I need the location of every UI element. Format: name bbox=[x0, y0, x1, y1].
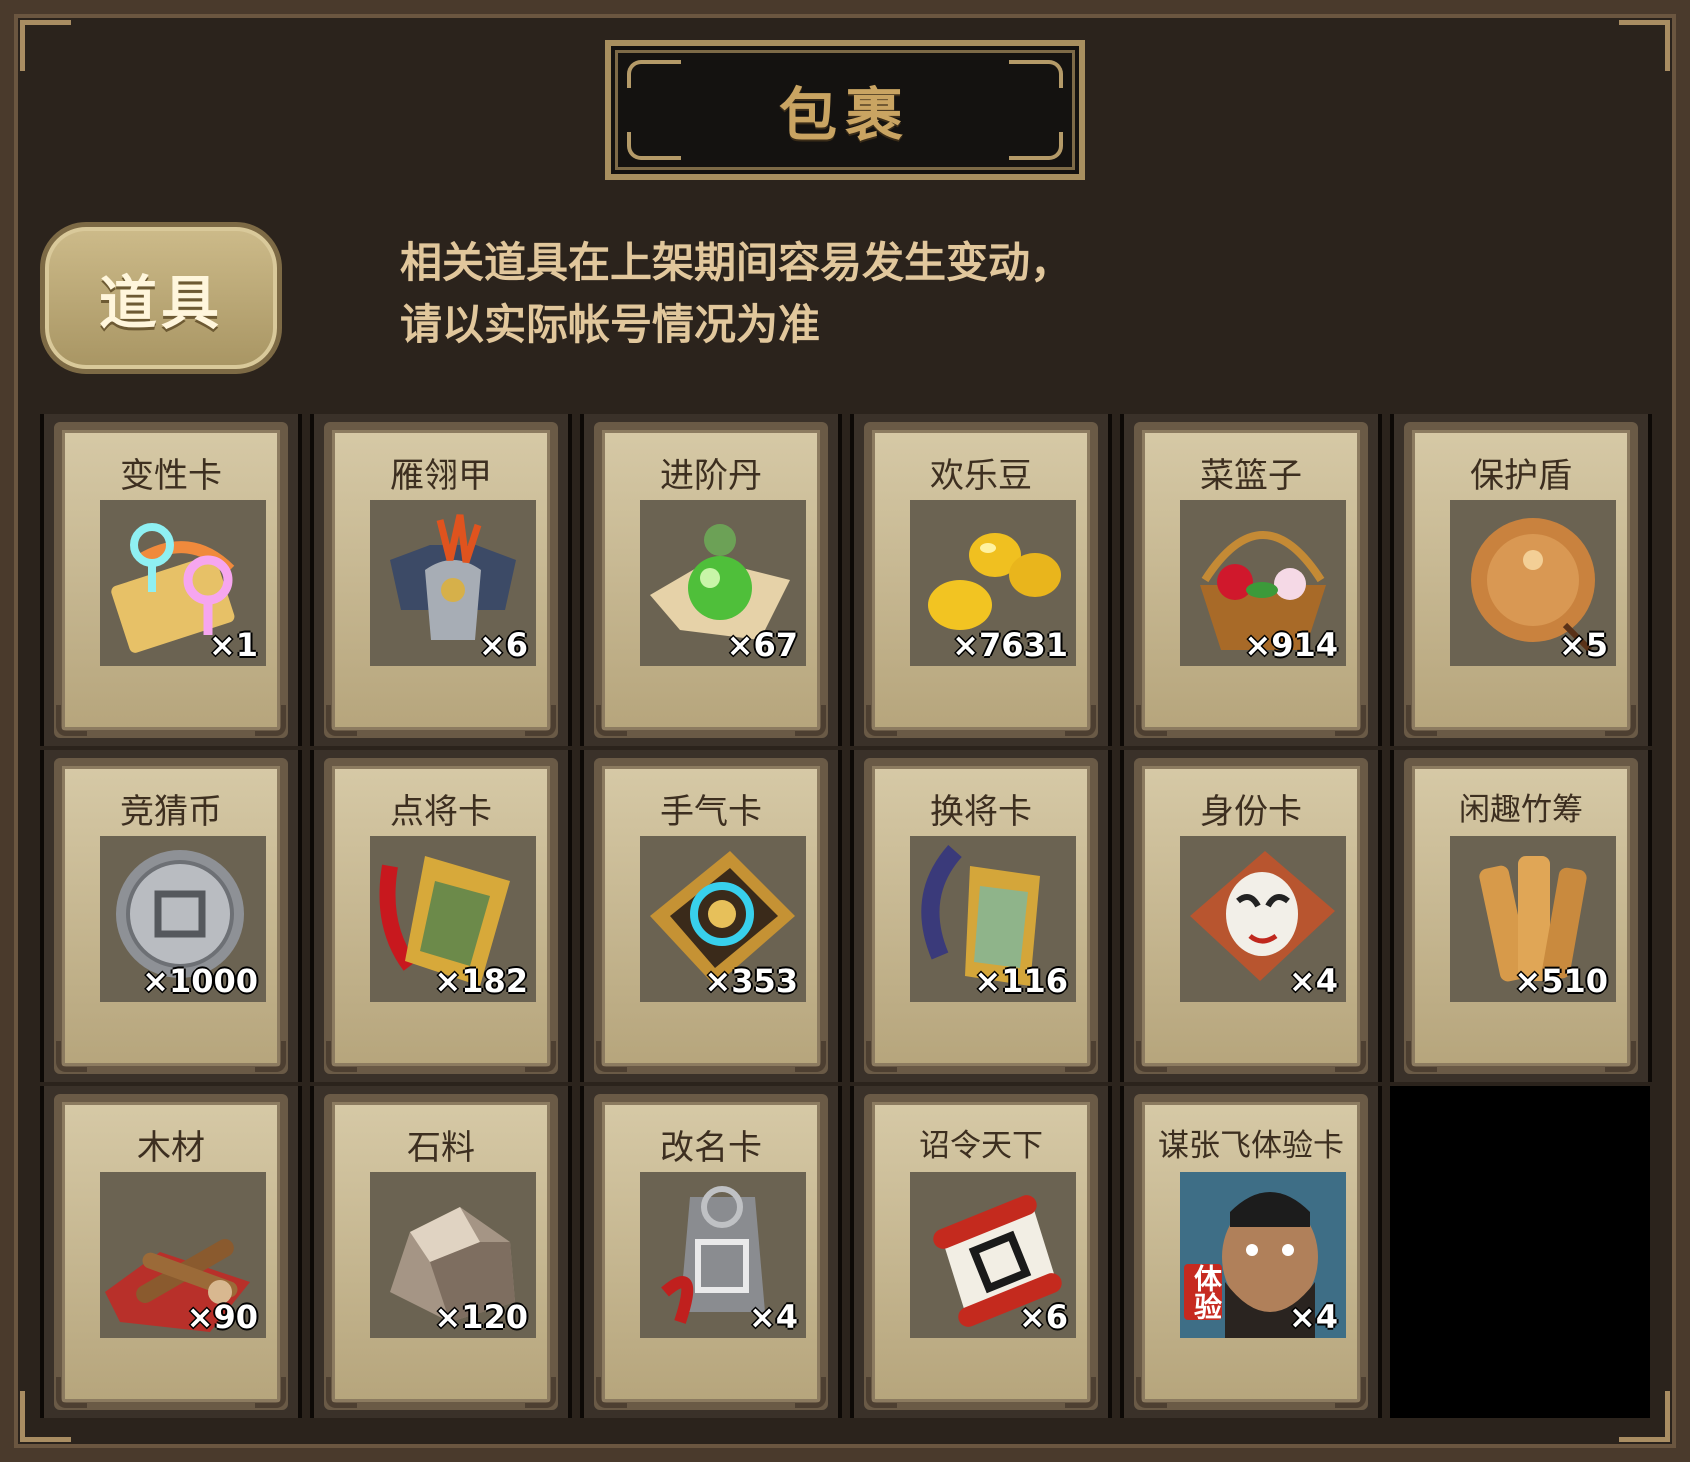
item-count: ×510 bbox=[1514, 962, 1608, 1000]
item-name: 木材 bbox=[137, 1128, 205, 1168]
page-title: 包裹 bbox=[778, 81, 911, 149]
frame-corner-ornament bbox=[1619, 20, 1670, 71]
item-card[interactable]: 欢乐豆 ×7631 bbox=[850, 414, 1112, 746]
frame-corner-ornament bbox=[20, 20, 71, 71]
item-icon-box: ×1 bbox=[100, 500, 266, 666]
item-icon-box: 体验 ×4 bbox=[1180, 1172, 1346, 1338]
item-name: 换将卡 bbox=[930, 792, 1032, 832]
title-ornament bbox=[1009, 60, 1063, 88]
item-card[interactable]: 石料 ×120 bbox=[310, 1086, 572, 1418]
item-icon-box: ×5 bbox=[1450, 500, 1616, 666]
item-card[interactable]: 木材 ×90 bbox=[40, 1086, 302, 1418]
item-icon-box: ×914 bbox=[1180, 500, 1346, 666]
item-count: ×5 bbox=[1558, 626, 1608, 664]
item-count: ×4 bbox=[1288, 1298, 1338, 1336]
item-name: 变性卡 bbox=[120, 456, 222, 496]
item-count: ×90 bbox=[186, 1298, 258, 1336]
tab-items-label: 道具 bbox=[98, 269, 223, 337]
item-card[interactable]: 进阶丹 ×67 bbox=[580, 414, 842, 746]
item-card[interactable]: 变性卡 ×1 bbox=[40, 414, 302, 746]
item-card[interactable]: 点将卡 ×182 bbox=[310, 750, 572, 1082]
item-card[interactable]: 手气卡 ×353 bbox=[580, 750, 842, 1082]
item-count: ×67 bbox=[726, 626, 798, 664]
item-icon-box: ×7631 bbox=[910, 500, 1076, 666]
item-icon-box: ×182 bbox=[370, 836, 536, 1002]
title-ornament bbox=[627, 60, 681, 88]
item-card[interactable]: 闲趣竹筹 ×510 bbox=[1390, 750, 1652, 1082]
item-card[interactable]: 改名卡 ×4 bbox=[580, 1086, 842, 1418]
item-name: 石料 bbox=[407, 1128, 475, 1168]
item-icon-box: ×510 bbox=[1450, 836, 1616, 1002]
item-grid: 变性卡 ×1 雁翎甲 ×6 进阶丹 ×67 欢乐豆 ×7631 菜篮子 ×914… bbox=[40, 414, 1652, 1418]
notice-text: 相关道具在上架期间容易发生变动， 请以实际帐号情况为准 bbox=[400, 232, 1200, 356]
item-card[interactable]: 诏令天下 ×6 bbox=[850, 1086, 1112, 1418]
item-name: 闲趣竹筹 bbox=[1459, 792, 1583, 828]
item-count: ×1 bbox=[208, 626, 258, 664]
item-card[interactable]: 谋张飞体验卡 体验 ×4 bbox=[1120, 1086, 1382, 1418]
item-count: ×1000 bbox=[142, 962, 258, 1000]
item-count: ×120 bbox=[434, 1298, 528, 1336]
title-ornament bbox=[627, 132, 681, 160]
item-name: 身份卡 bbox=[1200, 792, 1302, 832]
item-name: 谋张飞体验卡 bbox=[1158, 1128, 1344, 1164]
item-card[interactable]: 菜篮子 ×914 bbox=[1120, 414, 1382, 746]
notice-line-1: 相关道具在上架期间容易发生变动， bbox=[400, 238, 1073, 287]
trial-badge: 体验 bbox=[1184, 1264, 1223, 1320]
item-name: 点将卡 bbox=[390, 792, 492, 832]
tab-items[interactable]: 道具 bbox=[40, 222, 282, 374]
item-count: ×6 bbox=[1018, 1298, 1068, 1336]
title-ornament bbox=[1009, 132, 1063, 160]
item-card[interactable]: 竞猜币 ×1000 bbox=[40, 750, 302, 1082]
title-plate: 包裹 bbox=[605, 40, 1085, 180]
item-icon-box: ×90 bbox=[100, 1172, 266, 1338]
item-card[interactable]: 保护盾 ×5 bbox=[1390, 414, 1652, 746]
item-icon-box: ×4 bbox=[640, 1172, 806, 1338]
item-name: 竞猜币 bbox=[120, 792, 222, 832]
item-name: 雁翎甲 bbox=[390, 456, 492, 496]
item-icon-box: ×353 bbox=[640, 836, 806, 1002]
item-count: ×116 bbox=[974, 962, 1068, 1000]
item-icon-box: ×6 bbox=[370, 500, 536, 666]
item-name: 菜篮子 bbox=[1200, 456, 1302, 496]
item-name: 欢乐豆 bbox=[930, 456, 1032, 496]
item-icon-box: ×120 bbox=[370, 1172, 536, 1338]
item-icon-box: ×116 bbox=[910, 836, 1076, 1002]
item-name: 手气卡 bbox=[660, 792, 762, 832]
item-name: 进阶丹 bbox=[660, 456, 762, 496]
notice-line-2: 请以实际帐号情况为准 bbox=[400, 300, 821, 349]
item-name: 诏令天下 bbox=[919, 1128, 1043, 1164]
item-card[interactable]: 身份卡 ×4 bbox=[1120, 750, 1382, 1082]
item-icon-box: ×67 bbox=[640, 500, 806, 666]
item-count: ×7631 bbox=[952, 626, 1068, 664]
item-count: ×6 bbox=[478, 626, 528, 664]
item-count: ×4 bbox=[1288, 962, 1338, 1000]
item-icon-box: ×6 bbox=[910, 1172, 1076, 1338]
item-icon-box: ×4 bbox=[1180, 836, 1346, 1002]
item-count: ×353 bbox=[704, 962, 798, 1000]
item-card[interactable]: 雁翎甲 ×6 bbox=[310, 414, 572, 746]
item-name: 改名卡 bbox=[660, 1128, 762, 1168]
item-count: ×4 bbox=[748, 1298, 798, 1336]
item-card[interactable]: 换将卡 ×116 bbox=[850, 750, 1112, 1082]
item-name: 保护盾 bbox=[1470, 456, 1572, 496]
item-icon-box: ×1000 bbox=[100, 836, 266, 1002]
item-count: ×182 bbox=[434, 962, 528, 1000]
item-count: ×914 bbox=[1244, 626, 1338, 664]
